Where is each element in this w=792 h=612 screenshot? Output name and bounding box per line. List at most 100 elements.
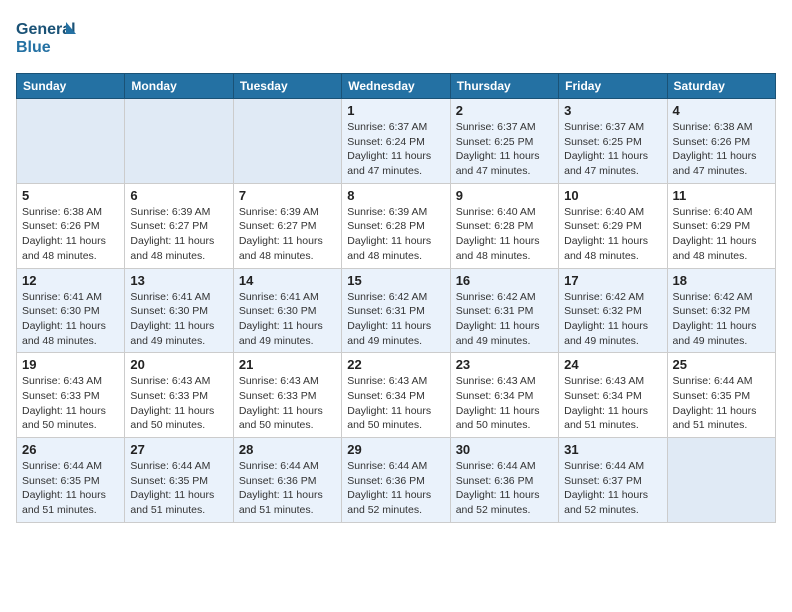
day-number: 28 <box>239 442 336 457</box>
calendar-cell: 1 Sunrise: 6:37 AM Sunset: 6:24 PM Daylig… <box>342 99 450 184</box>
day-number: 20 <box>130 357 227 372</box>
day-info: Sunrise: 6:44 AM Sunset: 6:35 PM Dayligh… <box>130 459 227 518</box>
day-info: Sunrise: 6:41 AM Sunset: 6:30 PM Dayligh… <box>130 290 227 349</box>
weekday-header-thursday: Thursday <box>450 74 558 99</box>
calendar-cell: 19 Sunrise: 6:43 AM Sunset: 6:33 PM Dayli… <box>17 353 125 438</box>
calendar-week-row: 19 Sunrise: 6:43 AM Sunset: 6:33 PM Dayli… <box>17 353 776 438</box>
calendar-cell: 17 Sunrise: 6:42 AM Sunset: 6:32 PM Dayli… <box>559 268 667 353</box>
day-info: Sunrise: 6:38 AM Sunset: 6:26 PM Dayligh… <box>673 120 770 179</box>
calendar-cell <box>125 99 233 184</box>
calendar-cell <box>17 99 125 184</box>
calendar-cell: 11 Sunrise: 6:40 AM Sunset: 6:29 PM Dayli… <box>667 183 775 268</box>
day-info: Sunrise: 6:43 AM Sunset: 6:33 PM Dayligh… <box>130 374 227 433</box>
calendar-cell: 25 Sunrise: 6:44 AM Sunset: 6:35 PM Dayli… <box>667 353 775 438</box>
day-info: Sunrise: 6:43 AM Sunset: 6:34 PM Dayligh… <box>564 374 661 433</box>
day-number: 30 <box>456 442 553 457</box>
calendar-cell: 29 Sunrise: 6:44 AM Sunset: 6:36 PM Dayli… <box>342 438 450 523</box>
calendar-cell: 7 Sunrise: 6:39 AM Sunset: 6:27 PM Daylig… <box>233 183 341 268</box>
day-info: Sunrise: 6:44 AM Sunset: 6:35 PM Dayligh… <box>22 459 119 518</box>
day-number: 9 <box>456 188 553 203</box>
day-number: 7 <box>239 188 336 203</box>
day-info: Sunrise: 6:40 AM Sunset: 6:29 PM Dayligh… <box>564 205 661 264</box>
day-number: 29 <box>347 442 444 457</box>
calendar-cell: 24 Sunrise: 6:43 AM Sunset: 6:34 PM Dayli… <box>559 353 667 438</box>
day-number: 1 <box>347 103 444 118</box>
calendar-cell: 9Sunrise: 6:40 AM Sunset: 6:28 PM Daylig… <box>450 183 558 268</box>
day-info: Sunrise: 6:43 AM Sunset: 6:33 PM Dayligh… <box>239 374 336 433</box>
day-info: Sunrise: 6:43 AM Sunset: 6:34 PM Dayligh… <box>456 374 553 433</box>
day-number: 14 <box>239 273 336 288</box>
day-number: 11 <box>673 188 770 203</box>
calendar-cell: 16Sunrise: 6:42 AM Sunset: 6:31 PM Dayli… <box>450 268 558 353</box>
day-info: Sunrise: 6:39 AM Sunset: 6:27 PM Dayligh… <box>239 205 336 264</box>
day-info: Sunrise: 6:40 AM Sunset: 6:29 PM Dayligh… <box>673 205 770 264</box>
day-number: 15 <box>347 273 444 288</box>
calendar-cell: 21 Sunrise: 6:43 AM Sunset: 6:33 PM Dayli… <box>233 353 341 438</box>
day-info: Sunrise: 6:39 AM Sunset: 6:27 PM Dayligh… <box>130 205 227 264</box>
day-info: Sunrise: 6:41 AM Sunset: 6:30 PM Dayligh… <box>239 290 336 349</box>
day-number: 31 <box>564 442 661 457</box>
day-number: 26 <box>22 442 119 457</box>
day-number: 4 <box>673 103 770 118</box>
day-info: Sunrise: 6:44 AM Sunset: 6:37 PM Dayligh… <box>564 459 661 518</box>
day-number: 24 <box>564 357 661 372</box>
calendar-cell: 30 Sunrise: 6:44 AM Sunset: 6:36 PM Dayli… <box>450 438 558 523</box>
day-number: 18 <box>673 273 770 288</box>
day-info: Sunrise: 6:44 AM Sunset: 6:36 PM Dayligh… <box>239 459 336 518</box>
day-info: Sunrise: 6:42 AM Sunset: 6:32 PM Dayligh… <box>564 290 661 349</box>
day-number: 8 <box>347 188 444 203</box>
calendar-cell: 3 Sunrise: 6:37 AM Sunset: 6:25 PM Daylig… <box>559 99 667 184</box>
page-header: GeneralBlue <box>16 16 776 61</box>
calendar-cell: 14 Sunrise: 6:41 AM Sunset: 6:30 PM Dayli… <box>233 268 341 353</box>
day-info: Sunrise: 6:42 AM Sunset: 6:31 PM Dayligh… <box>456 290 553 349</box>
calendar-cell: 31 Sunrise: 6:44 AM Sunset: 6:37 PM Dayli… <box>559 438 667 523</box>
day-info: Sunrise: 6:44 AM Sunset: 6:36 PM Dayligh… <box>456 459 553 518</box>
calendar-cell: 23Sunrise: 6:43 AM Sunset: 6:34 PM Dayli… <box>450 353 558 438</box>
calendar-cell: 2 Sunrise: 6:37 AM Sunset: 6:25 PM Daylig… <box>450 99 558 184</box>
day-info: Sunrise: 6:44 AM Sunset: 6:35 PM Dayligh… <box>673 374 770 433</box>
day-info: Sunrise: 6:37 AM Sunset: 6:25 PM Dayligh… <box>564 120 661 179</box>
day-info: Sunrise: 6:43 AM Sunset: 6:33 PM Dayligh… <box>22 374 119 433</box>
calendar-cell: 8 Sunrise: 6:39 AM Sunset: 6:28 PM Daylig… <box>342 183 450 268</box>
day-number: 2 <box>456 103 553 118</box>
calendar-week-row: 26 Sunrise: 6:44 AM Sunset: 6:35 PM Dayli… <box>17 438 776 523</box>
calendar-table: SundayMondayTuesdayWednesdayThursdayFrid… <box>16 73 776 523</box>
day-number: 13 <box>130 273 227 288</box>
day-info: Sunrise: 6:41 AM Sunset: 6:30 PM Dayligh… <box>22 290 119 349</box>
calendar-cell: 6 Sunrise: 6:39 AM Sunset: 6:27 PM Daylig… <box>125 183 233 268</box>
weekday-header-row: SundayMondayTuesdayWednesdayThursdayFrid… <box>17 74 776 99</box>
weekday-header-saturday: Saturday <box>667 74 775 99</box>
day-info: Sunrise: 6:42 AM Sunset: 6:31 PM Dayligh… <box>347 290 444 349</box>
calendar-week-row: 12 Sunrise: 6:41 AM Sunset: 6:30 PM Dayli… <box>17 268 776 353</box>
weekday-header-friday: Friday <box>559 74 667 99</box>
day-number: 22 <box>347 357 444 372</box>
day-info: Sunrise: 6:39 AM Sunset: 6:28 PM Dayligh… <box>347 205 444 264</box>
calendar-cell: 22Sunrise: 6:43 AM Sunset: 6:34 PM Dayli… <box>342 353 450 438</box>
day-number: 6 <box>130 188 227 203</box>
calendar-cell: 27 Sunrise: 6:44 AM Sunset: 6:35 PM Dayli… <box>125 438 233 523</box>
day-number: 10 <box>564 188 661 203</box>
logo-svg: GeneralBlue <box>16 16 76 61</box>
day-number: 25 <box>673 357 770 372</box>
day-number: 19 <box>22 357 119 372</box>
weekday-header-monday: Monday <box>125 74 233 99</box>
day-number: 21 <box>239 357 336 372</box>
calendar-cell: 10 Sunrise: 6:40 AM Sunset: 6:29 PM Dayli… <box>559 183 667 268</box>
calendar-cell: 26 Sunrise: 6:44 AM Sunset: 6:35 PM Dayli… <box>17 438 125 523</box>
day-info: Sunrise: 6:42 AM Sunset: 6:32 PM Dayligh… <box>673 290 770 349</box>
calendar-cell: 5Sunrise: 6:38 AM Sunset: 6:26 PM Daylig… <box>17 183 125 268</box>
day-number: 3 <box>564 103 661 118</box>
day-number: 5 <box>22 188 119 203</box>
weekday-header-tuesday: Tuesday <box>233 74 341 99</box>
calendar-cell: 28 Sunrise: 6:44 AM Sunset: 6:36 PM Dayli… <box>233 438 341 523</box>
day-number: 12 <box>22 273 119 288</box>
weekday-header-sunday: Sunday <box>17 74 125 99</box>
calendar-cell: 13 Sunrise: 6:41 AM Sunset: 6:30 PM Dayli… <box>125 268 233 353</box>
day-number: 27 <box>130 442 227 457</box>
day-number: 17 <box>564 273 661 288</box>
day-info: Sunrise: 6:37 AM Sunset: 6:25 PM Dayligh… <box>456 120 553 179</box>
day-info: Sunrise: 6:44 AM Sunset: 6:36 PM Dayligh… <box>347 459 444 518</box>
calendar-cell <box>667 438 775 523</box>
calendar-cell: 20 Sunrise: 6:43 AM Sunset: 6:33 PM Dayli… <box>125 353 233 438</box>
day-info: Sunrise: 6:37 AM Sunset: 6:24 PM Dayligh… <box>347 120 444 179</box>
